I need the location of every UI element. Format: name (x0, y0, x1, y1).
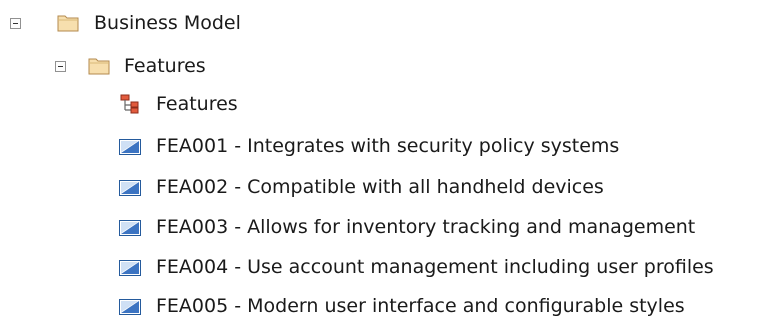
tree-node-feature[interactable]: FEA004 - Use account management includin… (0, 252, 720, 282)
collapse-toggle-icon[interactable] (10, 18, 21, 29)
tree-node-label: FEA003 - Allows for inventory tracking a… (156, 216, 696, 238)
folder-icon (88, 58, 110, 75)
tree-node-label: Features (124, 55, 206, 77)
feature-element-icon (119, 220, 141, 236)
tree-node-label: FEA002 - Compatible with all handheld de… (156, 176, 604, 198)
tree-node-label: FEA005 - Modern user interface and confi… (156, 295, 685, 317)
tree-node-feature[interactable]: FEA002 - Compatible with all handheld de… (0, 172, 700, 202)
tree-node-label: FEA001 - Integrates with security policy… (156, 135, 620, 157)
tree-node-business-model[interactable]: Business Model (0, 8, 300, 38)
tree-node-label: Business Model (94, 12, 241, 34)
folder-icon (57, 15, 79, 32)
feature-element-icon (119, 180, 141, 196)
tree-node-feature[interactable]: FEA005 - Modern user interface and confi… (0, 291, 700, 321)
tree-node-feature[interactable]: FEA003 - Allows for inventory tracking a… (0, 212, 700, 242)
tree-node-label: FEA004 - Use account management includin… (156, 256, 714, 278)
tree-node-features-diagram[interactable]: Features (0, 89, 300, 119)
tree-node-label: Features (156, 93, 238, 115)
feature-element-icon (119, 260, 141, 276)
feature-element-icon (119, 299, 141, 315)
feature-element-icon (119, 139, 141, 155)
collapse-toggle-icon[interactable] (55, 61, 66, 72)
tree-node-features-folder[interactable]: Features (0, 51, 300, 81)
tree-node-feature[interactable]: FEA001 - Integrates with security policy… (0, 131, 700, 161)
diagram-icon (120, 94, 139, 114)
